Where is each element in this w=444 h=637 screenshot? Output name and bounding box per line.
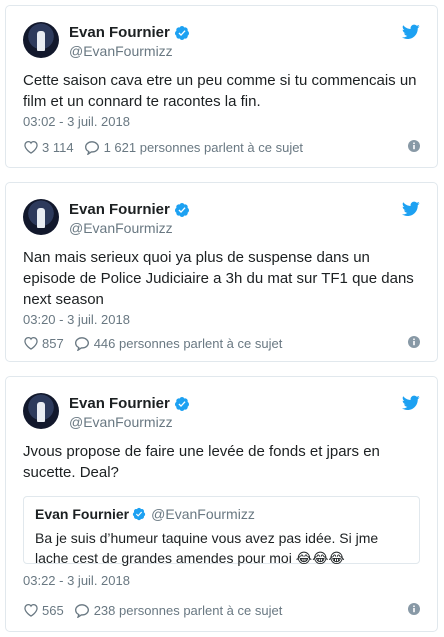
quoted-author-name[interactable]: Evan Fournier xyxy=(35,506,129,522)
tweet-card[interactable]: Evan Fournier @EvanFourmizz Jvous propos… xyxy=(5,376,438,632)
like-count[interactable]: 857 xyxy=(42,336,64,351)
author-name[interactable]: Evan Fournier xyxy=(69,24,170,41)
quoted-author-handle[interactable]: @EvanFourmizz xyxy=(151,506,255,522)
author-row[interactable]: Evan Fournier xyxy=(69,24,190,41)
info-icon[interactable] xyxy=(408,140,420,152)
tweet-actions: 857 446 personnes parlent à ce sujet xyxy=(23,333,420,353)
tweet-header: Evan Fournier @EvanFourmizz xyxy=(23,393,420,433)
tweet-timestamp[interactable]: 03:22 - 3 juil. 2018 xyxy=(23,573,130,588)
tweet-card[interactable]: Evan Fournier @EvanFourmizz Cette saison… xyxy=(5,5,438,168)
info-icon[interactable] xyxy=(408,603,420,615)
verified-badge-icon xyxy=(133,507,146,521)
conversation-label[interactable]: 1 621 personnes parlent à ce sujet xyxy=(104,140,303,155)
tweet-actions: 565 238 personnes parlent à ce sujet xyxy=(23,600,420,620)
heart-icon[interactable] xyxy=(23,336,39,350)
twitter-bird-icon[interactable] xyxy=(402,24,420,40)
avatar[interactable] xyxy=(23,199,59,235)
quoted-tweet[interactable]: Evan Fournier @EvanFourmizz Ba je suis d… xyxy=(23,496,420,566)
heart-icon[interactable] xyxy=(23,140,39,154)
like-count[interactable]: 3 114 xyxy=(42,140,74,155)
quoted-tweet-text: Ba je suis d’humeur taquine vous avez pa… xyxy=(35,530,379,566)
author-row[interactable]: Evan Fournier xyxy=(69,395,190,412)
heart-icon[interactable] xyxy=(23,603,39,617)
tweet-header: Evan Fournier @EvanFourmizz xyxy=(23,22,420,62)
conversation-label[interactable]: 446 personnes parlent à ce sujet xyxy=(94,336,283,351)
author-handle[interactable]: @EvanFourmizz xyxy=(69,414,173,430)
avatar[interactable] xyxy=(23,393,59,429)
verified-badge-icon xyxy=(174,396,189,411)
author-name[interactable]: Evan Fournier xyxy=(69,395,170,412)
tweet-text: Jvous propose de faire une levée de fond… xyxy=(23,443,380,481)
tweet-timestamp[interactable]: 03:02 - 3 juil. 2018 xyxy=(23,114,130,129)
tweet-actions: 3 114 1 621 personnes parlent à ce sujet xyxy=(23,137,420,157)
tweet-header: Evan Fournier @EvanFourmizz xyxy=(23,199,420,239)
author-handle[interactable]: @EvanFourmizz xyxy=(69,43,173,59)
verified-badge-icon xyxy=(174,25,189,40)
info-icon[interactable] xyxy=(408,336,420,348)
author-handle[interactable]: @EvanFourmizz xyxy=(69,220,173,236)
tweet-timestamp[interactable]: 03:20 - 3 juil. 2018 xyxy=(23,312,130,327)
twitter-bird-icon[interactable] xyxy=(402,395,420,411)
verified-badge-icon xyxy=(174,202,189,217)
twitter-bird-icon[interactable] xyxy=(402,201,420,217)
quoted-author-row[interactable]: Evan Fournier @EvanFourmizz xyxy=(35,506,255,522)
reply-bubble-icon[interactable] xyxy=(74,603,90,618)
tweet-card[interactable]: Evan Fournier @EvanFourmizz Nan mais ser… xyxy=(5,182,438,362)
avatar[interactable] xyxy=(23,22,59,58)
like-count[interactable]: 565 xyxy=(42,603,64,618)
reply-bubble-icon[interactable] xyxy=(74,336,90,351)
author-row[interactable]: Evan Fournier xyxy=(69,201,190,218)
conversation-label[interactable]: 238 personnes parlent à ce sujet xyxy=(94,603,283,618)
reply-bubble-icon[interactable] xyxy=(84,140,100,155)
tweet-text: Nan mais serieux quoi ya plus de suspens… xyxy=(23,249,414,308)
author-name[interactable]: Evan Fournier xyxy=(69,201,170,218)
tweet-text: Cette saison cava etre un peu comme si t… xyxy=(23,72,417,110)
